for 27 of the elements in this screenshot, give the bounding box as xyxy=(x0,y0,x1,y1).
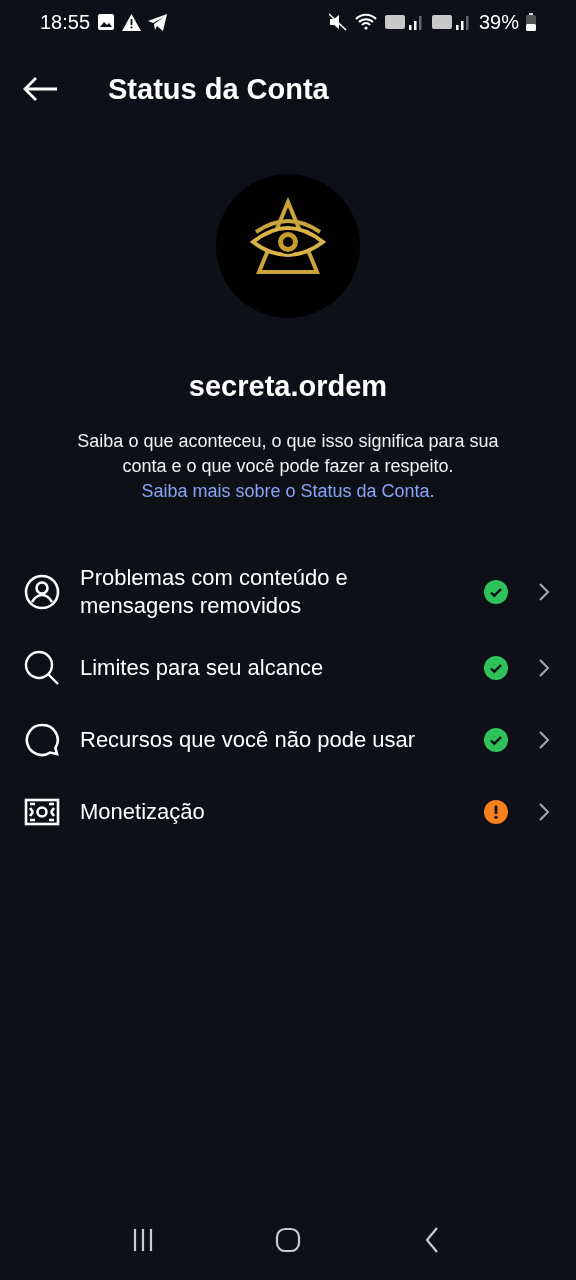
search-icon xyxy=(24,650,60,686)
signal-icon xyxy=(431,12,472,32)
home-icon[interactable] xyxy=(273,1225,303,1255)
description-text: Saiba o que aconteceu, o que isso significa para sua conta e o que você pode fazer a respeito. Saiba mais sobre o Status da Conta. xyxy=(76,430,500,503)
learn-more-link[interactable]: Saiba mais sobre o Status da Conta. xyxy=(141,481,435,501)
alert-icon xyxy=(122,13,142,31)
menu-item[interactable]: Monetização xyxy=(0,776,576,848)
chevron-icon xyxy=(538,658,550,678)
clock-time: 18:55 xyxy=(40,10,91,34)
battery-icon xyxy=(526,13,536,31)
menu-item[interactable]: Recursos que você não pode usar xyxy=(0,704,576,776)
username: secreta.ordem xyxy=(188,370,388,403)
signal-icon xyxy=(384,12,425,32)
speech-bubble-icon xyxy=(24,722,60,758)
battery-percent: 39% xyxy=(478,10,519,34)
menu-item[interactable]: Problemas com conteúdo e mensagens removidos xyxy=(0,552,576,632)
chevron-icon xyxy=(538,802,550,822)
profile-icon xyxy=(24,574,60,610)
muted-speaker-icon xyxy=(328,13,347,31)
paper-plane-icon xyxy=(148,13,168,31)
image-icon xyxy=(97,13,116,31)
wifi-icon xyxy=(353,13,378,31)
chevron-icon xyxy=(538,730,550,750)
chevron-icon xyxy=(538,582,550,602)
menu-item[interactable]: Limites para seu alcance xyxy=(0,632,576,704)
page-title: Status da Conta xyxy=(108,72,329,106)
back-arrow-icon[interactable] xyxy=(22,76,58,102)
